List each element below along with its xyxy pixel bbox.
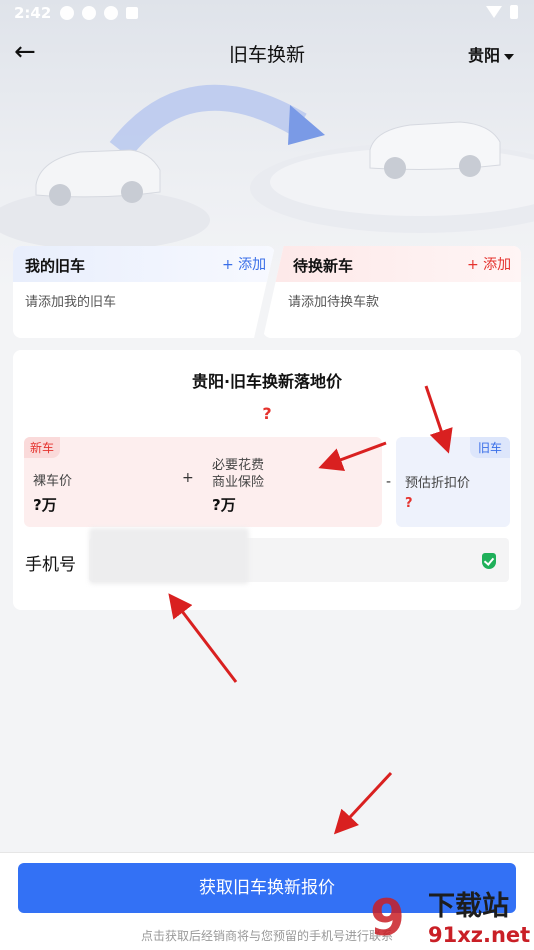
add-new-car-button[interactable]: + 添加 — [467, 254, 511, 274]
notification-icons — [60, 6, 138, 20]
site-watermark: 9 下载站 91xz.net — [370, 885, 530, 947]
minus-operator: - — [386, 474, 392, 490]
phone-label: 手机号 — [25, 555, 76, 575]
old-car-card[interactable]: 我的旧车 + 添加 请添加我的旧车 — [13, 246, 275, 338]
city-label: 贵阳 — [467, 46, 500, 65]
chevron-down-icon — [504, 53, 514, 60]
shield-check-icon — [482, 553, 496, 569]
app-notification-icon — [60, 6, 74, 20]
wifi-icon — [486, 6, 502, 18]
status-time: 2:42 — [14, 4, 52, 22]
app-notification-icon — [104, 6, 118, 20]
annotation-arrow — [168, 593, 238, 683]
bare-price-label: 裸车价 — [33, 474, 73, 489]
price-title: 贵阳·旧车换新落地价 — [191, 372, 343, 391]
old-car-tag: 旧车 — [469, 437, 510, 458]
battery-icon — [510, 5, 518, 19]
plus-operator: + — [182, 470, 194, 486]
discount-label: 预估折扣价 — [405, 476, 471, 491]
app-notification-icon — [126, 7, 138, 19]
page-title: 旧车换新 — [228, 44, 305, 66]
old-car-hint: 请添加我的旧车 — [25, 295, 117, 310]
car-selection-row: 我的旧车 + 添加 请添加我的旧车 待换新车 + 添加 请添加待换车款 — [13, 246, 521, 338]
svg-text:9: 9 — [370, 889, 405, 947]
old-car-discount-block: 旧车 预估折扣价 ? — [396, 437, 510, 527]
svg-text:91xz.net: 91xz.net — [428, 923, 530, 947]
svg-text:下载站: 下载站 — [428, 891, 509, 922]
watermark-logo: 9 下载站 91xz.net — [370, 889, 530, 947]
add-old-car-button[interactable]: + 添加 — [222, 254, 266, 274]
new-car-tag: 新车 — [24, 437, 61, 458]
old-car-title: 我的旧车 — [25, 257, 86, 275]
price-value: ? — [262, 404, 272, 423]
bare-price-value: ?万 — [33, 496, 57, 514]
fees-value: ?万 — [212, 496, 236, 514]
discount-value: ? — [405, 496, 413, 511]
city-selector[interactable]: 贵阳 — [468, 42, 514, 66]
new-car-title: 待换新车 — [293, 257, 354, 275]
status-bar: 2:42 — [0, 0, 534, 28]
insurance-label: 商业保险 — [212, 475, 265, 490]
phone-value-redacted — [89, 528, 249, 584]
system-icons — [486, 5, 518, 19]
annotation-arrow — [333, 771, 393, 835]
app-notification-icon — [82, 6, 96, 20]
price-card: 贵阳·旧车换新落地价 ? 新车 裸车价 ?万 + 必要花费 商业保险 ?万 - … — [13, 350, 521, 610]
new-car-hint: 请添加待换车款 — [288, 295, 380, 310]
new-car-price-block: 新车 裸车价 ?万 + 必要花费 商业保险 ?万 — [24, 437, 382, 527]
new-car-card[interactable]: 待换新车 + 添加 请添加待换车款 — [263, 246, 521, 338]
